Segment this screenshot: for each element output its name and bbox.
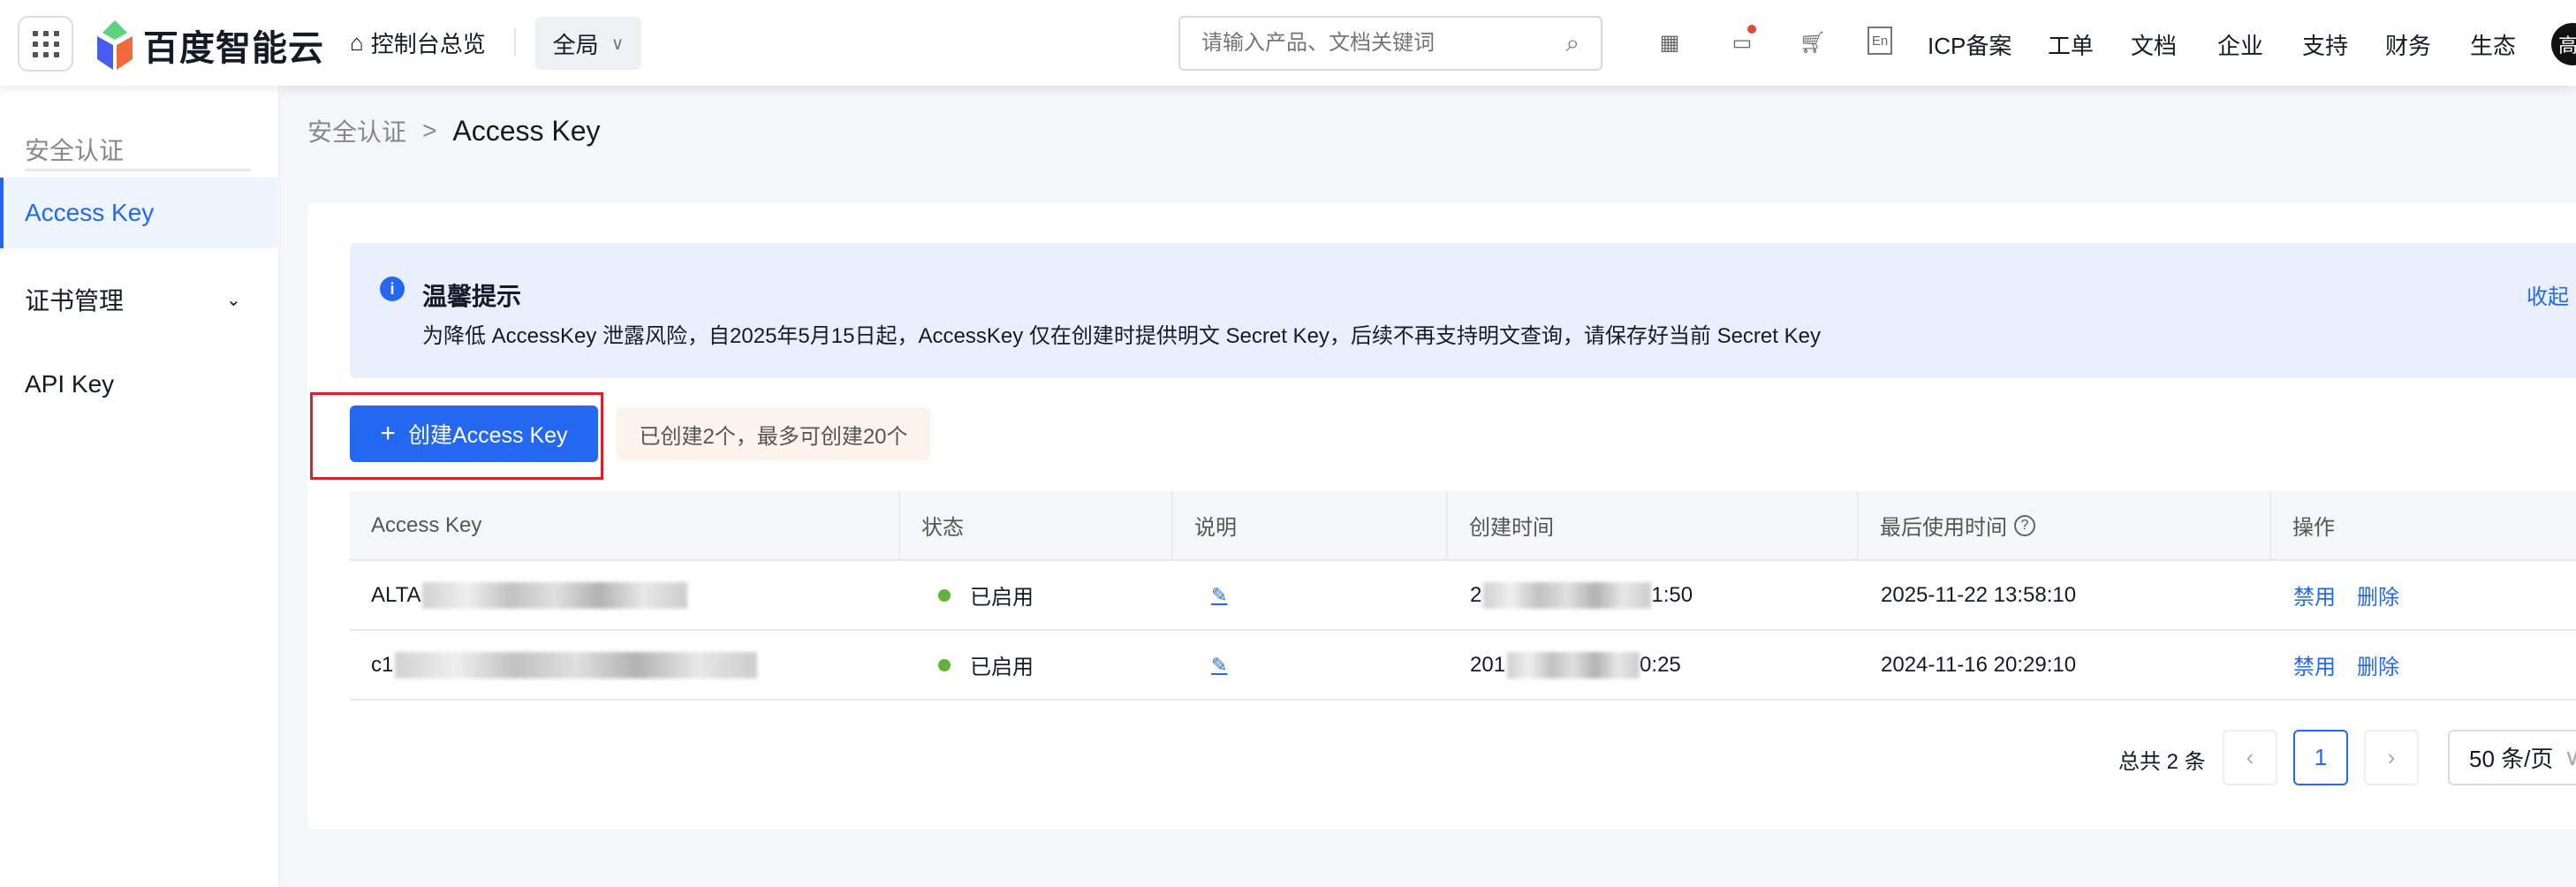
edit-icon[interactable]: ✎ <box>1211 654 1227 677</box>
search-icon[interactable]: ⌕ <box>1565 29 1580 58</box>
col-created: 创建时间 <box>1446 491 1554 559</box>
access-key-table: Access Key 状态 说明 创建时间 最后使用时间? 操作 ALTA 已启… <box>350 491 2576 701</box>
nav-enterprise[interactable]: 企业 <box>2217 28 2263 61</box>
sidebar-title: 安全认证 <box>25 132 124 167</box>
col-actions: 操作 <box>2269 491 2335 559</box>
quota-badge: 已创建2个，最多可创建20个 <box>617 407 930 460</box>
redacted-mask <box>1483 582 1651 609</box>
sidebar: 安全认证 Access Key 证书管理⌄ API Key <box>0 86 279 887</box>
disable-link[interactable]: 禁用 <box>2293 649 2336 680</box>
sidebar-item-certificates[interactable]: 证书管理⌄ <box>0 264 279 335</box>
message-icon[interactable]: ▭ <box>1726 27 1758 58</box>
status-badge: 已启用 <box>970 649 1034 680</box>
console-overview-link[interactable]: ⌂ 控制台总览 <box>350 27 486 59</box>
create-access-key-button[interactable]: + 创建Access Key <box>350 406 598 462</box>
nav-ticket[interactable]: 工单 <box>2048 28 2094 61</box>
nav-docs[interactable]: 文档 <box>2131 28 2177 61</box>
nav-ecosystem[interactable]: 生态 <box>2470 28 2516 61</box>
app-menu-button[interactable] <box>18 16 73 72</box>
pagination-total: 总共 2 条 <box>2118 744 2206 775</box>
last-used-time: 2025-11-22 13:58:10 <box>1857 561 2076 629</box>
qrcode-icon[interactable]: ▦ <box>1654 27 1686 58</box>
search-box: ⌕ <box>1178 16 1602 71</box>
table-header: Access Key 状态 说明 创建时间 最后使用时间? 操作 <box>350 491 2576 561</box>
nav-icp[interactable]: ICP备案 <box>1928 28 2012 61</box>
col-access-key: Access Key <box>350 491 481 559</box>
nav-support[interactable]: 支持 <box>2302 28 2348 61</box>
cart-icon[interactable]: 🛒︎ <box>1797 27 1829 58</box>
info-icon: i <box>380 277 405 301</box>
table-row: c1 已启用 ✎ 2010:25 2024-11-16 20:29:10 禁用删… <box>350 631 2576 701</box>
status-dot-icon <box>938 659 951 671</box>
scope-select[interactable]: 全局 ∨ <box>535 17 641 70</box>
sidebar-item-api-key[interactable]: API Key <box>0 349 279 420</box>
col-status: 状态 <box>898 491 964 559</box>
access-key-value: c1 <box>371 653 393 678</box>
plus-icon: + <box>380 419 396 449</box>
notice-alert <box>350 243 2576 378</box>
col-last-used: 最后使用时间? <box>1857 491 2035 559</box>
table-row: ALTA 已启用 ✎ 21:50 2025-11-22 13:58:10 禁用删… <box>350 561 2576 631</box>
chevron-down-icon: ∨ <box>2564 744 2576 771</box>
prev-page-button[interactable]: ‹ <box>2223 730 2277 785</box>
home-icon: ⌂ <box>350 29 364 57</box>
breadcrumb-parent[interactable]: 安全认证 <box>307 113 406 148</box>
alert-body: 为降低 AccessKey 泄露风险，自2025年5月15日起，AccessKe… <box>422 318 1821 349</box>
col-description: 说明 <box>1171 491 1237 559</box>
chevron-down-icon: ∨ <box>611 33 625 55</box>
help-icon[interactable]: ? <box>2014 515 2035 536</box>
logo[interactable]: 百度智能云 <box>95 19 324 71</box>
page-size-select[interactable]: 50 条/页∨ <box>2448 730 2576 785</box>
chevron-left-icon: ‹ <box>2246 744 2254 771</box>
edit-icon[interactable]: ✎ <box>1211 584 1227 607</box>
delete-link[interactable]: 删除 <box>2357 580 2399 610</box>
nav-finance[interactable]: 财务 <box>2385 28 2431 61</box>
avatar[interactable]: 高 <box>2551 23 2576 65</box>
chevron-right-icon: › <box>2388 744 2396 771</box>
chevron-down-icon: ⌄ <box>226 289 241 311</box>
next-page-button[interactable]: › <box>2364 730 2419 785</box>
top-header: 百度智能云 ⌂ 控制台总览 全局 ∨ ⌕ ▦ ▭ 🛒︎ En ICP备案 工单 … <box>0 0 2576 86</box>
chevron-right-icon: > <box>422 117 436 145</box>
last-used-time: 2024-11-16 20:29:10 <box>1857 631 2076 699</box>
baidu-cloud-logo-icon <box>95 20 134 70</box>
divider <box>25 169 251 171</box>
page-button[interactable]: 1 <box>2293 730 2348 785</box>
delete-link[interactable]: 删除 <box>2357 649 2399 680</box>
redacted-mask <box>1507 652 1640 679</box>
status-badge: 已启用 <box>970 580 1034 610</box>
redacted-mask <box>395 652 757 679</box>
status-dot-icon <box>938 589 951 602</box>
alert-title: 温馨提示 <box>422 277 521 313</box>
breadcrumb: 安全认证 > Access Key <box>307 113 601 148</box>
access-key-value: ALTA <box>371 583 420 608</box>
search-input[interactable] <box>1201 31 1537 56</box>
disable-link[interactable]: 禁用 <box>2293 580 2336 610</box>
collapse-link[interactable]: 收起 <box>2527 279 2569 310</box>
divider <box>514 28 516 57</box>
sidebar-item-access-key[interactable]: Access Key <box>0 178 277 248</box>
page-title: Access Key <box>452 115 600 148</box>
language-icon[interactable]: En <box>1868 27 1892 55</box>
redacted-mask <box>422 582 687 609</box>
